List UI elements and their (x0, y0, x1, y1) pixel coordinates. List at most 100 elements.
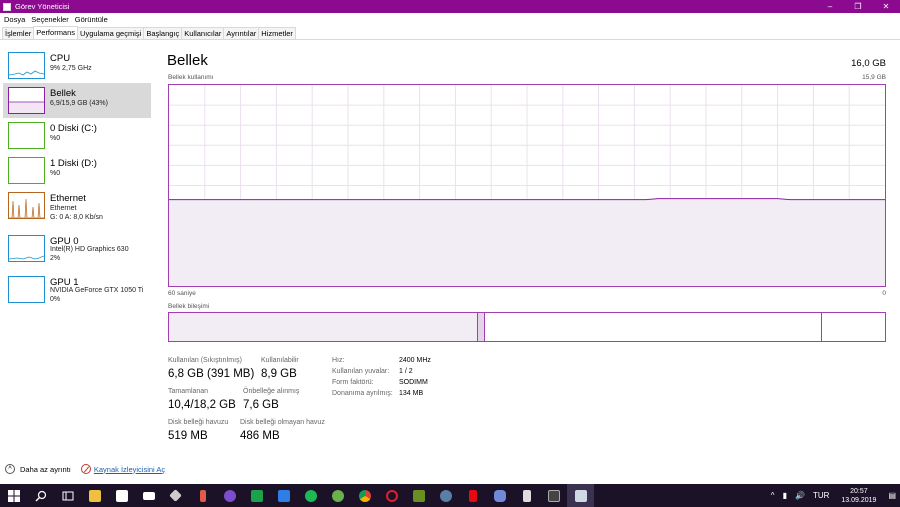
tab-performance[interactable]: Performans (33, 26, 79, 39)
speed-value: 2400 MHz (399, 357, 431, 364)
total-memory: 16,0 GB (851, 58, 886, 69)
sidebar-item-detail: %0 (50, 170, 61, 177)
sidebar-item-detail: Intel(R) HD Graphics 630 (50, 246, 129, 253)
clock-time: 20:57 (850, 487, 868, 495)
discord-icon[interactable] (486, 484, 513, 507)
maximize-button[interactable]: ❐ (844, 0, 872, 13)
menu-view[interactable]: Görüntüle (73, 15, 110, 24)
form-factor-label: Form faktörü: (332, 379, 374, 386)
sidebar-item-title: 1 Diski (D:) (50, 158, 97, 169)
chevron-up-icon[interactable]: ^ (771, 491, 775, 500)
tab-startup[interactable]: Başlangıç (143, 27, 183, 39)
page-title: Bellek (167, 52, 208, 69)
composition-in-use[interactable] (169, 313, 477, 341)
tab-services[interactable]: Hizmetler (258, 27, 296, 39)
graph-axis-time-span: 60 saniye (168, 290, 196, 297)
game-icon[interactable] (405, 484, 432, 507)
composition-modified[interactable] (476, 313, 485, 341)
close-button[interactable]: ✕ (872, 0, 900, 13)
clock[interactable]: 20:57 13.09.2019 (841, 487, 876, 505)
sidebar-item-gpu0[interactable]: GPU 0 Intel(R) HD Graphics 630 2% (3, 231, 151, 266)
resource-monitor-icon[interactable] (80, 464, 91, 474)
maps-icon[interactable] (216, 484, 243, 507)
opera-icon[interactable] (378, 484, 405, 507)
cached-value: 7,6 GB (243, 399, 279, 411)
language-indicator[interactable]: TUR (813, 491, 829, 500)
cpu-thumbnail-graph (8, 52, 45, 79)
composition-standby[interactable] (484, 313, 821, 341)
terminal-icon[interactable] (540, 484, 567, 507)
memory-usage-graph (168, 84, 886, 287)
network-icon[interactable]: ▮ (783, 491, 787, 500)
open-resource-monitor-link[interactable]: Kaynak İzleyicisini Aç (94, 465, 165, 474)
available-value: 8,9 GB (261, 368, 297, 380)
task-view-icon[interactable] (54, 484, 81, 507)
start-icon[interactable] (0, 484, 27, 507)
menu-file[interactable]: Dosya (2, 15, 27, 24)
memory-usage-label: Bellek kullanımı (168, 74, 214, 81)
in-use-value: 6,8 GB (391 MB) (168, 368, 255, 380)
clock-date: 13.09.2019 (841, 496, 877, 504)
paint-icon[interactable] (189, 484, 216, 507)
app-icon[interactable] (162, 484, 189, 507)
tab-processes[interactable]: İşlemler (2, 27, 35, 39)
chrome-icon[interactable] (351, 484, 378, 507)
disk-d-thumbnail-graph (8, 157, 45, 184)
store-icon[interactable] (108, 484, 135, 507)
performance-sidebar: CPU 9% 2,75 GHz Bellek 6,9/15,9 GB (43%)… (0, 48, 152, 308)
ethernet-thumbnail-graph (8, 192, 45, 219)
sidebar-item-detail: NVIDIA GeForce GTX 1050 Ti (50, 287, 144, 294)
sidebar-item-cpu[interactable]: CPU 9% 2,75 GHz (3, 48, 151, 83)
file-explorer-icon[interactable] (81, 484, 108, 507)
volume-icon[interactable]: 🔊 (795, 491, 805, 500)
task-manager-icon[interactable] (567, 484, 594, 507)
committed-value: 10,4/18,2 GB (168, 399, 236, 411)
sidebar-item-detail: G: 0 A: 8,0 Kb/sn (50, 214, 103, 221)
memory-usage-area (169, 198, 885, 286)
minimize-button[interactable]: – (816, 0, 844, 13)
sidebar-item-memory[interactable]: Bellek 6,9/15,9 GB (43%) (3, 83, 151, 118)
steam-icon[interactable] (432, 484, 459, 507)
tab-details[interactable]: Ayrıntılar (223, 27, 260, 39)
tab-app-history[interactable]: Uygulama geçmişi (77, 27, 145, 39)
sidebar-item-gpu1[interactable]: GPU 1 NVIDIA GeForce GTX 1050 Ti 0% (3, 272, 151, 307)
todo-icon[interactable] (270, 484, 297, 507)
sidebar-item-detail: 0% (50, 296, 61, 303)
whatsapp-icon[interactable] (243, 484, 270, 507)
search-icon[interactable] (27, 484, 54, 507)
menu-options[interactable]: Seçenekler (29, 15, 71, 24)
memory-thumbnail-graph (8, 87, 45, 114)
sidebar-item-detail: 6,9/15,9 GB (43%) (50, 100, 108, 107)
memory-usage-max: 15,9 GB (862, 74, 886, 81)
fewer-details-button[interactable]: Daha az ayrıntı (20, 465, 71, 474)
available-label: Kullanılabilir (261, 357, 299, 364)
sidebar-item-title: Bellek (50, 88, 76, 99)
chevron-up-icon[interactable]: ^ (5, 464, 15, 474)
disk-c-thumbnail-graph (8, 122, 45, 149)
tab-users[interactable]: Kullanıcılar (181, 27, 225, 39)
xbox-icon[interactable] (324, 484, 351, 507)
composition-free[interactable] (820, 313, 885, 341)
menu-bar: Dosya Seçenekler Görüntüle (0, 13, 900, 26)
memory-composition-bar (168, 312, 886, 342)
gpu1-thumbnail-graph (8, 276, 45, 303)
system-tray: ^ ▮ 🔊 TUR 20:57 13.09.2019 ▤ (767, 484, 900, 507)
sidebar-item-ethernet[interactable]: Ethernet Ethernet G: 0 A: 8,0 Kb/sn (3, 188, 151, 223)
mail-icon[interactable] (135, 484, 162, 507)
notifications-icon[interactable]: ▤ (888, 491, 896, 500)
form-factor-value: SODIMM (399, 379, 428, 386)
sidebar-item-title: 0 Diski (C:) (50, 123, 97, 134)
tab-bar: İşlemler Performans Uygulama geçmişi Baş… (0, 26, 900, 40)
code-icon[interactable] (513, 484, 540, 507)
netflix-icon[interactable] (459, 484, 486, 507)
paged-pool-label: Disk belleği havuzu (168, 419, 229, 426)
sidebar-item-disk-c[interactable]: 0 Diski (C:) %0 (3, 118, 151, 153)
sidebar-item-detail: 2% (50, 255, 61, 262)
sidebar-item-detail: 9% 2,75 GHz (50, 65, 92, 72)
spotify-icon[interactable] (297, 484, 324, 507)
sidebar-item-disk-d[interactable]: 1 Diski (D:) %0 (3, 153, 151, 188)
memory-composition-label: Bellek bileşimi (168, 303, 210, 310)
gpu0-thumbnail-graph (8, 235, 45, 262)
sidebar-item-detail: %0 (50, 135, 61, 142)
windows-taskbar: ^ ▮ 🔊 TUR 20:57 13.09.2019 ▤ (0, 484, 900, 507)
